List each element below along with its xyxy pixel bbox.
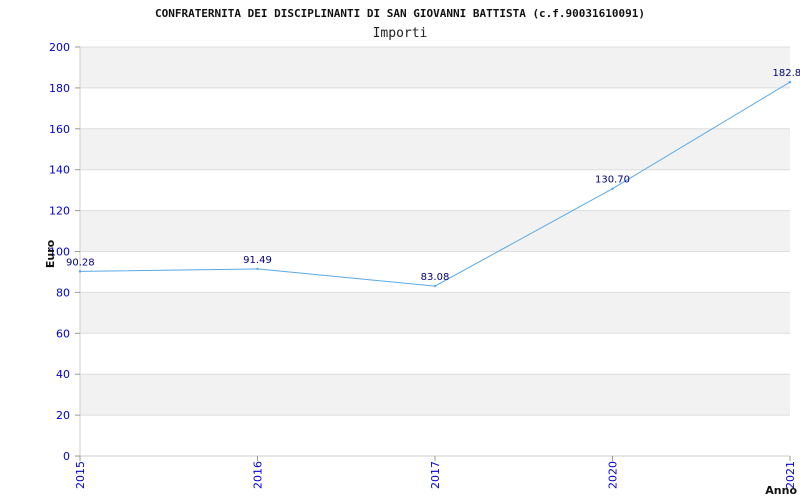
y-tick-label: 40 (56, 368, 70, 381)
y-tick-label: 0 (63, 450, 70, 463)
y-tick-label: 120 (49, 205, 70, 218)
grid-band (80, 128, 790, 170)
chart-subtitle: Importi (373, 26, 428, 41)
grid-band (80, 374, 790, 416)
x-tick-label: 2020 (607, 461, 620, 489)
y-tick-label: 180 (49, 82, 70, 95)
data-label: 91.49 (243, 255, 272, 266)
data-point (433, 284, 437, 288)
data-point (611, 187, 614, 190)
chart-title: CONFRATERNITA DEI DISCIPLINANTI DI SAN G… (155, 7, 645, 20)
x-tick-label: 2016 (252, 461, 265, 489)
grid-band (80, 210, 790, 252)
y-tick-label: 80 (56, 286, 70, 299)
data-label: 90.28 (66, 257, 95, 268)
y-tick-label: 60 (56, 327, 70, 340)
data-point (78, 270, 82, 273)
data-label: 182.83 (773, 68, 800, 79)
data-label: 130.70 (595, 175, 630, 186)
line-chart: CONFRATERNITA DEI DISCIPLINANTI DI SAN G… (44, 7, 800, 497)
y-tick-label: 140 (49, 164, 70, 177)
x-tick-label: 2015 (74, 461, 87, 489)
y-tick-label: 160 (49, 123, 70, 136)
y-tick-label: 20 (56, 409, 70, 422)
data-label: 83.08 (421, 272, 450, 283)
grid-band (80, 47, 790, 88)
data-point (256, 267, 259, 271)
x-tick-label: 2017 (429, 461, 442, 489)
x-axis-ticks: 2015 2016 2017 2020 2021 (74, 456, 797, 489)
y-tick-label: 200 (49, 41, 70, 54)
data-point (788, 80, 792, 84)
grid-band (80, 292, 790, 334)
x-axis-label: Anno (765, 484, 797, 497)
y-axis-label: Euro (44, 239, 57, 268)
